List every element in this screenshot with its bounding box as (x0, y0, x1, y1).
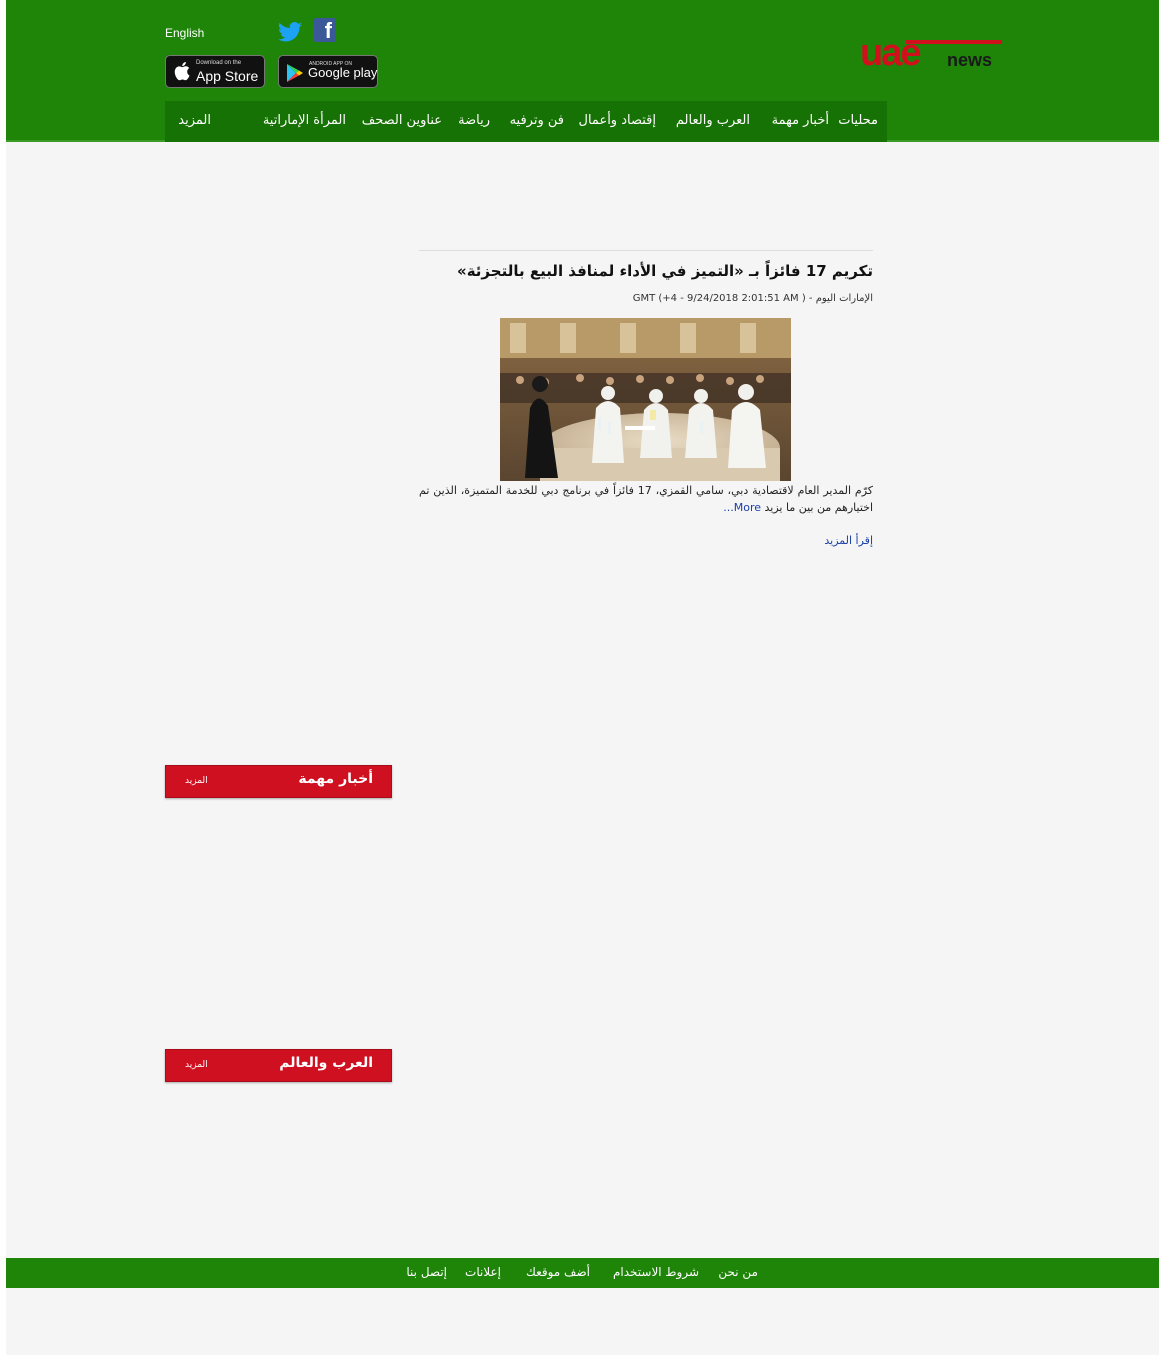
logo-suffix-text: news (947, 50, 993, 70)
site-footer: من نحن شروط الاستخدام أضف موقعك إعلانات … (6, 1258, 1159, 1288)
footer-link-add-site[interactable]: أضف موقعك (526, 1265, 590, 1279)
app-store-small-text: Download on the (196, 60, 242, 66)
page: English f Download on the App Store ANDR… (6, 0, 1159, 1355)
twitter-icon[interactable] (278, 21, 302, 43)
read-more-link[interactable]: إقرأ المزيد (419, 534, 873, 547)
section-header-arab-world: العرب والعالم المزيد (165, 1049, 392, 1082)
language-switch-link[interactable]: English (165, 26, 204, 40)
nav-item-local[interactable]: محليات (838, 113, 878, 128)
logo-accent-bar (906, 40, 1002, 44)
article-summary-text: كرّم المدير العام لاقتصادية دبي، سامي ال… (419, 484, 873, 514)
site-logo[interactable]: uae news (860, 34, 1006, 74)
article-more-link[interactable]: More... (723, 501, 761, 514)
nav-item-emirati-woman[interactable]: المرأة الإماراتية (263, 113, 346, 128)
app-store-badge[interactable]: Download on the App Store (165, 55, 265, 88)
facebook-icon[interactable]: f (314, 18, 336, 43)
article-photo[interactable] (500, 318, 791, 481)
nav-item-sports[interactable]: رياضة (458, 113, 490, 128)
footer-link-ads[interactable]: إعلانات (465, 1265, 501, 1279)
section-more-link[interactable]: المزيد (185, 1060, 208, 1070)
section-title[interactable]: العرب والعالم (279, 1055, 373, 1071)
nav-item-economy[interactable]: إقتصاد وأعمال (579, 113, 656, 128)
apple-icon (174, 62, 190, 81)
section-header-important-news: أخبار مهمة المزيد (165, 765, 392, 798)
nav-item-arab-world[interactable]: العرب والعالم (676, 113, 750, 128)
main-nav: محليات أخبار مهمة العرب والعالم إقتصاد و… (165, 101, 887, 142)
google-play-big-text: Google play (308, 65, 378, 80)
footer-link-about[interactable]: من نحن (718, 1265, 758, 1279)
google-play-badge[interactable]: ANDROID APP ON Google play (278, 55, 378, 88)
article-summary: كرّم المدير العام لاقتصادية دبي، سامي ال… (419, 482, 873, 516)
nav-item-newspaper-headlines[interactable]: عناوين الصحف (362, 113, 442, 128)
nav-item-art-entertainment[interactable]: فن وترفيه (510, 113, 564, 128)
article-divider (419, 250, 873, 251)
footer-link-terms[interactable]: شروط الاستخدام (613, 1265, 699, 1279)
app-store-big-text: App Store (196, 68, 259, 84)
footer-link-contact[interactable]: إتصل بنا (406, 1265, 447, 1279)
section-more-link[interactable]: المزيد (185, 776, 208, 786)
nav-item-important-news[interactable]: أخبار مهمة (772, 113, 829, 128)
article-headline[interactable]: تكريم 17 فائزاً بـ «التميز في الأداء لمن… (419, 262, 873, 280)
google-play-icon (287, 64, 303, 82)
site-header: English f Download on the App Store ANDR… (6, 0, 1159, 142)
article-meta: الإمارات اليوم - ( GMT (+4 - 9/24/2018 2… (632, 293, 873, 304)
section-title[interactable]: أخبار مهمة (298, 771, 373, 787)
nav-item-more[interactable]: المزيد (178, 113, 211, 128)
